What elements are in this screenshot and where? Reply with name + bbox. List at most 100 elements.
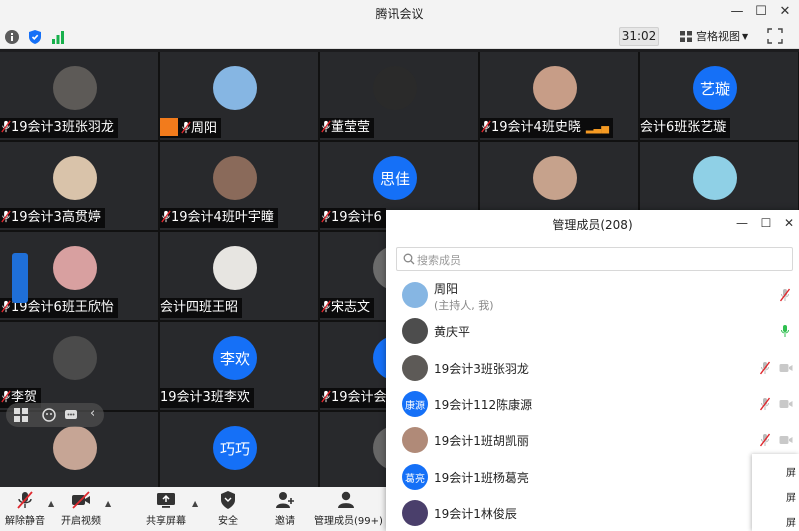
manage-members-button[interactable]: 管理成员(99+): [314, 490, 383, 530]
avatar: [213, 156, 257, 200]
participant-name: 19会计4班史晓: [491, 120, 581, 135]
add-user-icon: [276, 492, 294, 508]
chevron-up-icon[interactable]: ▲: [192, 499, 198, 508]
context-menu-item[interactable]: 屏: [786, 514, 796, 529]
mic-muted-icon: [1, 210, 11, 223]
member-search-box[interactable]: 搜索成员: [396, 247, 793, 271]
mic-muted-icon[interactable]: [759, 361, 771, 375]
context-menu-item[interactable]: 屏: [786, 464, 796, 479]
avatar: [53, 246, 97, 290]
share-screen-label: 共享屏幕: [146, 516, 186, 527]
video-tile[interactable]: 李欢 19会计3班李欢: [160, 322, 318, 410]
start-video-button[interactable]: 开启视频: [60, 490, 102, 530]
unmute-button[interactable]: 解除静音: [4, 490, 46, 530]
member-name: 19会计1班胡凯丽: [434, 434, 529, 448]
video-tile[interactable]: 19会计4班叶宇瞳: [160, 142, 318, 230]
member-role: (主持人, 我): [434, 299, 494, 312]
avatar: 李欢: [213, 336, 257, 380]
close-icon[interactable]: ✕: [779, 213, 799, 233]
share-screen-icon: [157, 493, 175, 508]
video-tile[interactable]: 艺璇 会计6班张艺璇: [640, 52, 798, 140]
invite-label: 邀请: [275, 516, 295, 527]
minimize-icon[interactable]: —: [732, 213, 752, 233]
video-tile[interactable]: 19会计4班史晓 ▂▃▅: [480, 52, 638, 140]
mic-muted-icon[interactable]: [759, 433, 771, 447]
video-tile[interactable]: 19会计3班张羽龙: [0, 52, 158, 140]
search-input[interactable]: 搜索成员: [417, 252, 461, 268]
participant-name-tag: 19会计4班史晓 ▂▃▅: [480, 118, 613, 138]
emoji-icon[interactable]: [42, 408, 56, 422]
participant-name: 19会计3高贯婷: [11, 210, 101, 225]
member-row[interactable]: 葛亮 19会计1班杨葛亮: [386, 460, 799, 496]
minimize-icon[interactable]: —: [726, 2, 748, 22]
video-tile[interactable]: 会计四班王昭: [160, 232, 318, 320]
mic-muted-icon: [161, 210, 171, 223]
mic-muted-icon: [321, 210, 331, 223]
maximize-icon[interactable]: ☐: [750, 2, 772, 22]
mic-muted-icon: [17, 491, 33, 509]
start-video-label: 开启视频: [61, 516, 101, 527]
camera-off-icon[interactable]: [779, 362, 793, 374]
member-name: 19会计1林俊辰: [434, 507, 517, 521]
member-name: 周阳: [434, 282, 459, 296]
collapse-icon[interactable]: ‹: [90, 406, 95, 421]
shield-icon[interactable]: [27, 29, 43, 45]
share-screen-button[interactable]: 共享屏幕: [144, 490, 188, 530]
participant-name-tag: 会计四班王昭: [160, 298, 243, 318]
video-tile[interactable]: 周阳: [160, 52, 318, 140]
view-mode-button[interactable]: 宫格视图 ▼: [676, 27, 756, 46]
member-name: 19会计1班杨葛亮: [434, 471, 529, 485]
manage-members-label: 管理成员(99+): [314, 516, 383, 527]
participant-name-tag: 19会计6: [320, 208, 386, 228]
avatar: 思佳: [373, 156, 417, 200]
participant-name-tag: 董莹莹: [320, 118, 375, 138]
member-avatar: [402, 282, 428, 308]
mic-muted-icon[interactable]: [779, 288, 791, 302]
participant-name: 19会计3班李欢: [160, 390, 250, 405]
chat-icon[interactable]: [64, 408, 78, 422]
member-row[interactable]: 康源 19会计112陈康源: [386, 387, 799, 423]
participant-name: 周阳: [191, 121, 218, 136]
member-row[interactable]: 19会计1班胡凯丽: [386, 423, 799, 459]
mic-muted-icon[interactable]: [759, 397, 771, 411]
chevron-up-icon[interactable]: ▲: [105, 499, 111, 508]
invite-button[interactable]: 邀请: [270, 490, 300, 530]
camera-off-icon[interactable]: [779, 398, 793, 410]
member-name: 19会计3班张羽龙: [434, 362, 529, 376]
camera-off-icon[interactable]: [779, 434, 793, 446]
signal-icon[interactable]: [50, 29, 66, 45]
layout-icon[interactable]: [14, 408, 28, 422]
member-row[interactable]: 黄庆平: [386, 314, 799, 350]
maximize-icon[interactable]: ☐: [756, 213, 776, 233]
video-tile[interactable]: 19会计3高贯婷: [0, 142, 158, 230]
member-avatar: [402, 318, 428, 344]
member-panel: 管理成员(208) — ☐ ✕ 搜索成员 周阳 (主持人, 我) 黄庆平 19会计3班…: [386, 210, 799, 531]
participant-name-tag: 宋志文: [320, 298, 375, 318]
side-panel-handle[interactable]: [12, 253, 28, 303]
member-row[interactable]: 19会计1林俊辰: [386, 496, 799, 531]
member-row[interactable]: 19会计3班张羽龙: [386, 351, 799, 387]
avatar: [53, 66, 97, 110]
shield-icon: [221, 491, 235, 509]
video-tile[interactable]: 董莹莹: [320, 52, 478, 140]
security-button[interactable]: 安全: [214, 490, 242, 530]
close-icon[interactable]: ✕: [774, 2, 796, 22]
avatar: [693, 156, 737, 200]
participant-name: 董莹莹: [331, 120, 371, 135]
info-icon[interactable]: [4, 29, 20, 45]
participant-name: 19会计3班张羽龙: [11, 120, 114, 135]
fullscreen-icon[interactable]: [767, 28, 783, 44]
context-menu-item[interactable]: 屏: [786, 489, 796, 504]
chevron-up-icon[interactable]: ▲: [48, 499, 54, 508]
video-tile[interactable]: 李贺: [0, 322, 158, 410]
title-bar: 腾讯会议 — ☐ ✕: [0, 0, 799, 25]
mic-on-icon[interactable]: [780, 324, 790, 338]
participant-name: 会计6班张艺璇: [640, 120, 727, 135]
participant-name-tag: 19会计3高贯婷: [0, 208, 105, 228]
mic-muted-icon: [321, 120, 331, 133]
window-title: 腾讯会议: [375, 7, 424, 21]
member-row[interactable]: 周阳 (主持人, 我): [386, 278, 799, 314]
participant-name-tag: 19会计3班张羽龙: [0, 118, 118, 138]
member-avatar: 康源: [402, 391, 428, 417]
avatar: [53, 156, 97, 200]
